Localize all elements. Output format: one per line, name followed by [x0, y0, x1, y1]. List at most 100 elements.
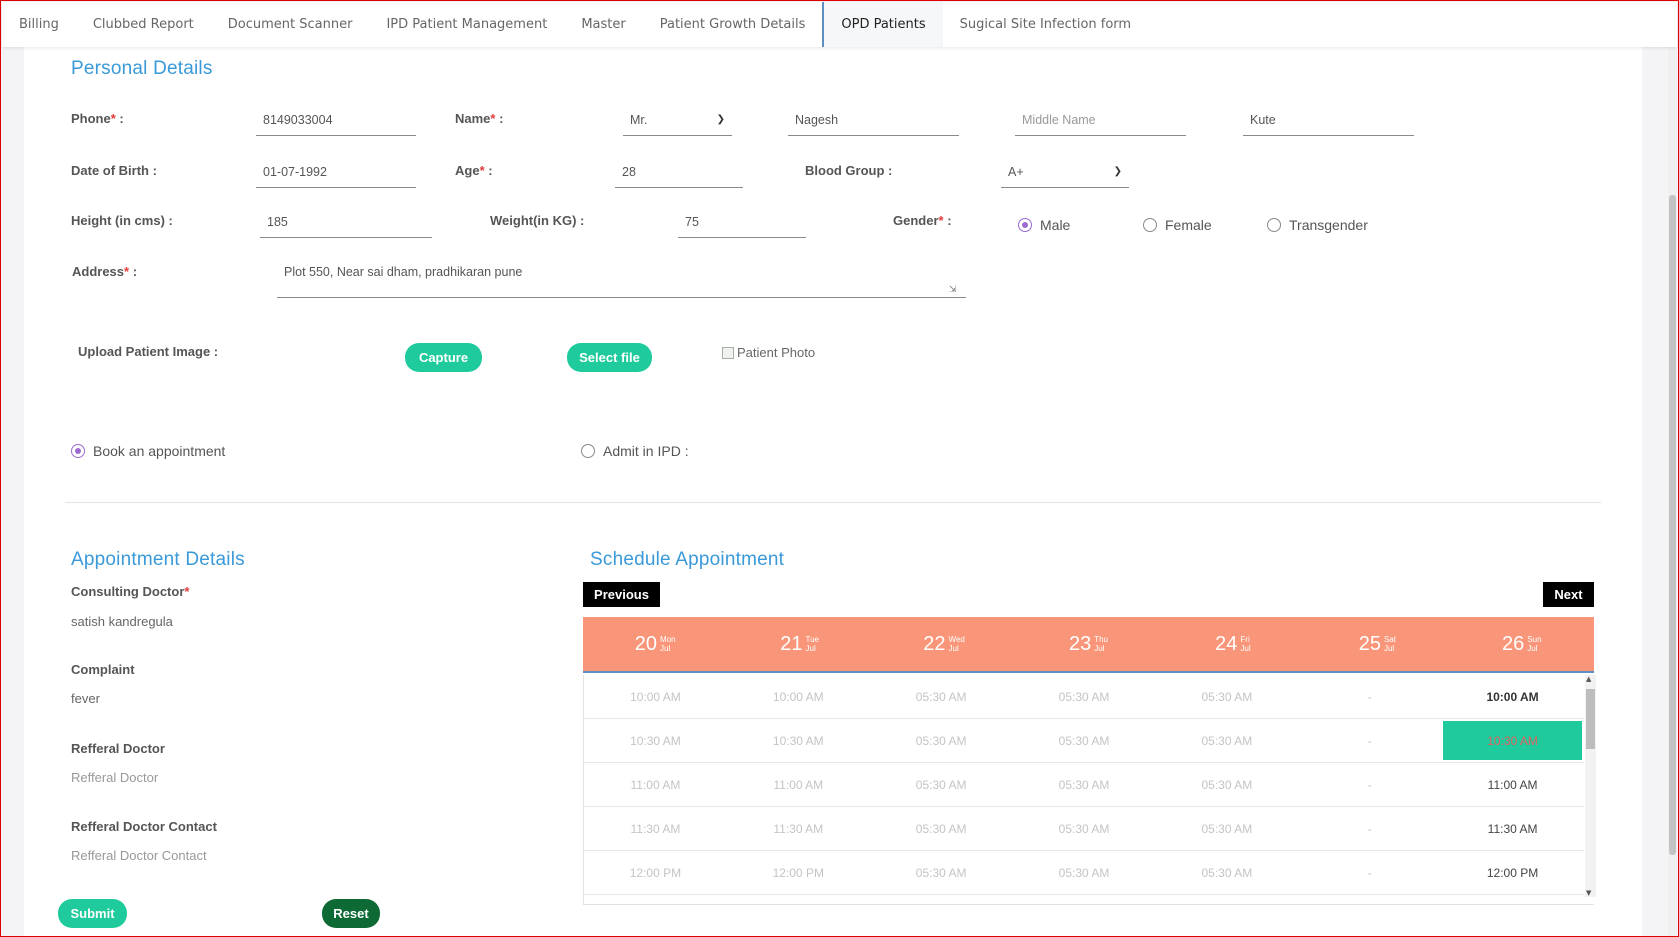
address-value: Plot 550, Near sai dham, pradhikaran pun…: [284, 265, 523, 279]
referral-contact-input[interactable]: Refferal Doctor Contact: [71, 848, 207, 863]
time-slot[interactable]: 05:30 AM: [1155, 807, 1298, 850]
address-label: Address* :: [72, 264, 138, 279]
slot-row: 11:30 AM 11:30 AM 05:30 AM 05:30 AM 05:30 AM…: [584, 807, 1584, 851]
time-slot[interactable]: 05:30 AM: [1013, 807, 1156, 850]
tab-surgical-site-infection-form[interactable]: Sugical Site Infection form: [943, 2, 1148, 47]
appointment-details-title: Appointment Details: [71, 549, 245, 570]
day-header-26: 26 Sun Jul: [1502, 632, 1542, 655]
tab-ipd-patient-management[interactable]: IPD Patient Management: [369, 2, 564, 47]
time-slot[interactable]: 05:30 AM: [870, 675, 1013, 718]
time-slot[interactable]: 05:30 AM: [1155, 719, 1298, 762]
time-slot[interactable]: 10:00 AM: [1441, 675, 1584, 718]
slot-unavailable: -: [1367, 777, 1372, 792]
time-slot[interactable]: 05:30 AM: [1155, 675, 1298, 718]
blood-group-value: A+: [1008, 164, 1024, 179]
day-header-21: 21 Tue Jul: [780, 632, 819, 655]
time-slot[interactable]: 11:30 AM: [584, 807, 727, 850]
radio-unselected-icon: [581, 444, 595, 458]
time-slot[interactable]: 10:30 AM: [584, 719, 727, 762]
time-slot[interactable]: 05:30 AM: [1013, 675, 1156, 718]
weight-input[interactable]: 75: [678, 206, 806, 238]
page-scrollbar-thumb[interactable]: [1669, 195, 1676, 855]
phone-input[interactable]: 8149033004: [256, 104, 416, 136]
previous-week-button[interactable]: Previous: [583, 582, 660, 607]
time-slot[interactable]: 11:00 AM: [584, 763, 727, 806]
scroll-up-icon[interactable]: ▲: [1586, 675, 1591, 683]
slot-grid-scroll-thumb[interactable]: [1586, 689, 1595, 749]
dob-label: Date of Birth :: [71, 163, 157, 178]
submit-button[interactable]: Submit: [58, 899, 127, 928]
slot-row: 10:30 AM 10:30 AM 05:30 AM 05:30 AM 05:30 AM…: [584, 719, 1584, 763]
time-slot[interactable]: 10:30 AM: [1443, 721, 1582, 760]
slot-grid-scrollbar[interactable]: ▲ ▼: [1585, 675, 1596, 897]
complaint-input[interactable]: fever: [71, 691, 100, 706]
referral-contact-label: Refferal Doctor Contact: [71, 819, 217, 834]
personal-details-title: Personal Details: [71, 58, 213, 79]
time-slot[interactable]: 05:30 AM: [870, 763, 1013, 806]
first-name-input[interactable]: Nagesh: [788, 104, 959, 136]
time-slot[interactable]: 10:00 AM: [727, 675, 870, 718]
middle-name-input[interactable]: Middle Name: [1015, 104, 1186, 136]
slot-unavailable: -: [1367, 821, 1372, 836]
book-appointment-radio[interactable]: Book an appointment: [71, 443, 225, 459]
select-file-button[interactable]: Select file: [567, 343, 652, 372]
time-slot[interactable]: 11:00 AM: [1441, 763, 1584, 806]
time-slot[interactable]: 05:30 AM: [1155, 763, 1298, 806]
capture-button[interactable]: Capture: [405, 343, 482, 372]
consulting-doctor-value[interactable]: satish kandregula: [71, 614, 173, 629]
blood-group-select[interactable]: A+ ❯: [1001, 156, 1129, 188]
radio-selected-icon: [71, 444, 85, 458]
gender-male-radio[interactable]: Male: [1018, 217, 1070, 233]
tab-document-scanner[interactable]: Document Scanner: [211, 2, 370, 47]
time-slot[interactable]: 05:30 AM: [870, 807, 1013, 850]
time-slot[interactable]: 05:30 AM: [1013, 763, 1156, 806]
radio-selected-icon: [1018, 218, 1032, 232]
height-input[interactable]: 185: [260, 206, 432, 238]
time-slot[interactable]: 12:00 PM: [1441, 851, 1584, 894]
resize-handle-icon[interactable]: ⇲: [949, 285, 957, 295]
schedule-appointment-title: Schedule Appointment: [590, 549, 785, 570]
time-slot[interactable]: 10:00 AM: [584, 675, 727, 718]
address-textarea[interactable]: Plot 550, Near sai dham, pradhikaran pun…: [277, 256, 966, 298]
salutation-value: Mr.: [630, 112, 648, 127]
time-slot[interactable]: 05:30 AM: [1013, 851, 1156, 894]
reset-button[interactable]: Reset: [322, 899, 380, 928]
gender-female-radio[interactable]: Female: [1143, 217, 1212, 233]
day-header-24: 24 Fri Jul: [1215, 632, 1251, 655]
upload-image-label: Upload Patient Image :: [78, 344, 219, 359]
scroll-down-icon[interactable]: ▼: [1586, 889, 1591, 897]
time-slot[interactable]: 05:30 AM: [870, 719, 1013, 762]
time-slot[interactable]: 05:30 AM: [1013, 719, 1156, 762]
tab-opd-patients[interactable]: OPD Patients: [822, 2, 943, 47]
tab-billing[interactable]: Billing: [2, 2, 76, 47]
time-slot[interactable]: 11:30 AM: [1441, 807, 1584, 850]
slot-row: 10:00 AM 10:00 AM 05:30 AM 05:30 AM 05:30 AM…: [584, 675, 1584, 719]
admit-ipd-radio[interactable]: Admit in IPD :: [581, 443, 689, 459]
time-slot[interactable]: 05:30 AM: [1155, 851, 1298, 894]
age-label: Age* :: [455, 163, 493, 178]
slot-unavailable: -: [1367, 689, 1372, 704]
patient-photo: Patient Photo: [722, 345, 815, 360]
tab-master[interactable]: Master: [564, 2, 642, 47]
salutation-select[interactable]: Mr. ❯: [623, 104, 732, 136]
page-scrollbar[interactable]: [1668, 47, 1677, 936]
radio-unselected-icon: [1267, 218, 1281, 232]
dob-input[interactable]: 01-07-1992: [256, 156, 416, 188]
tab-clubbed-report[interactable]: Clubbed Report: [76, 2, 211, 47]
time-slot[interactable]: 12:00 PM: [584, 851, 727, 894]
referral-doctor-input[interactable]: Refferal Doctor: [71, 770, 158, 785]
time-slot[interactable]: 11:30 AM: [727, 807, 870, 850]
name-label: Name* :: [455, 111, 504, 126]
tab-patient-growth-details[interactable]: Patient Growth Details: [643, 2, 823, 47]
height-label: Height (in cms) :: [71, 213, 173, 228]
gender-transgender-radio[interactable]: Transgender: [1267, 217, 1368, 233]
chevron-down-icon: ❯: [1113, 166, 1122, 177]
last-name-input[interactable]: Kute: [1243, 104, 1414, 136]
slot-unavailable: -: [1367, 865, 1372, 880]
time-slot[interactable]: 05:30 AM: [870, 851, 1013, 894]
time-slot[interactable]: 11:00 AM: [727, 763, 870, 806]
time-slot[interactable]: 12:00 PM: [727, 851, 870, 894]
time-slot[interactable]: 10:30 AM: [727, 719, 870, 762]
next-week-button[interactable]: Next: [1543, 582, 1594, 607]
age-input[interactable]: 28: [615, 156, 743, 188]
